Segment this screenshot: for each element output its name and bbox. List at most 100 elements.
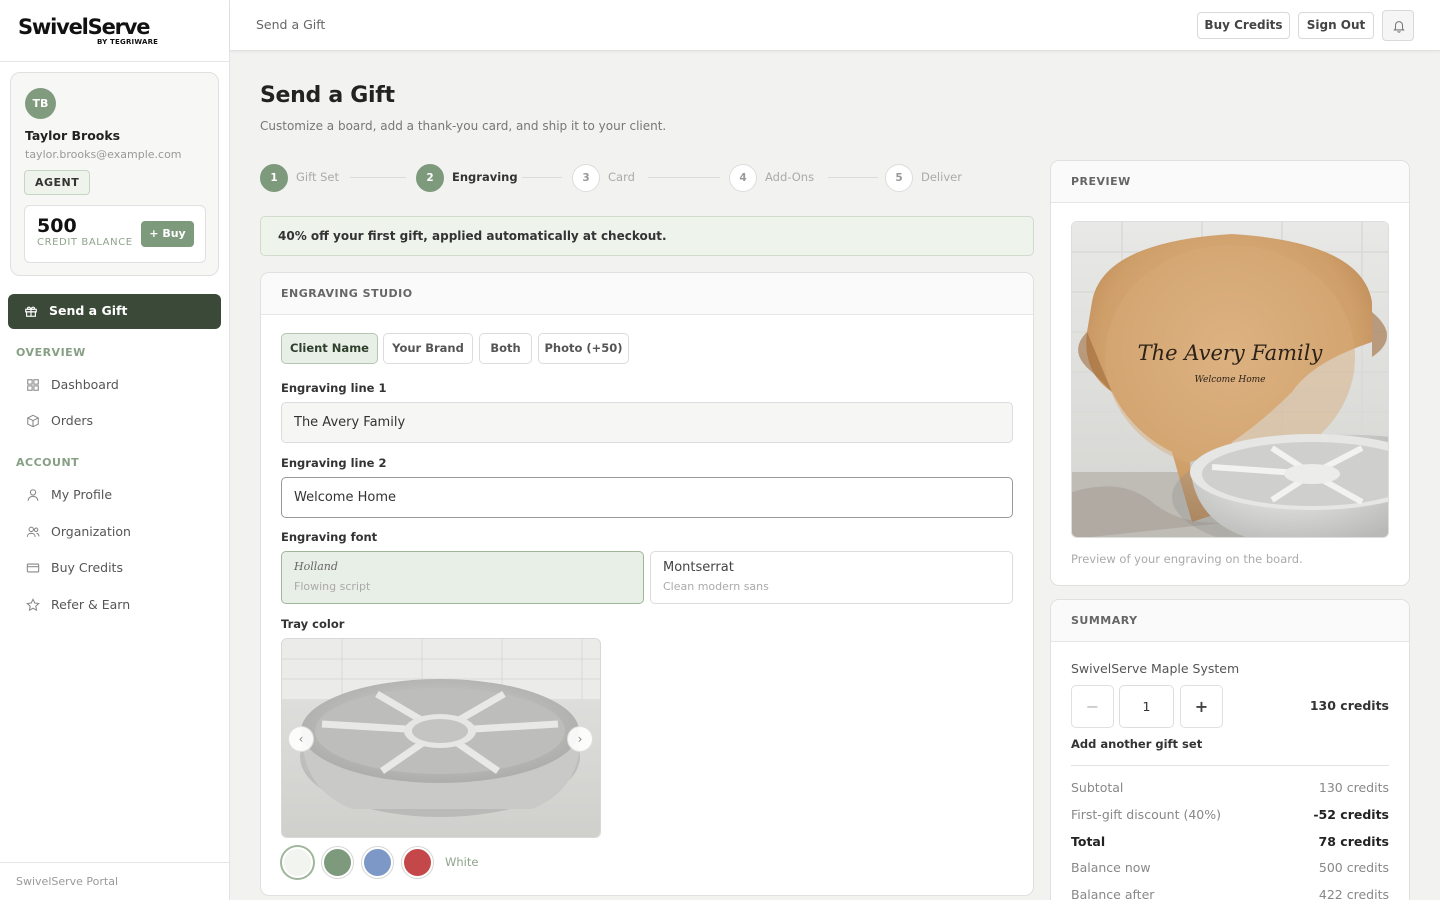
sidebar-item-label: Send a Gift	[49, 303, 128, 318]
sidebar-item-refer-earn[interactable]: Refer & Earn	[16, 590, 216, 620]
step-connector	[522, 177, 562, 178]
preview-header: PREVIEW	[1051, 161, 1409, 203]
preview-card: PREVIEW The Avery Family Welcome Home Pr…	[1050, 160, 1410, 586]
summary-label: Balance after	[1071, 887, 1155, 900]
selected-color-label: White	[445, 855, 479, 869]
summary-label: Balance now	[1071, 860, 1151, 875]
sidebar-item-buy-credits[interactable]: Buy Credits	[16, 553, 216, 583]
profile-card: TB Taylor Brooks taylor.brooks@example.c…	[10, 72, 219, 276]
carousel-prev-button[interactable]: ‹	[288, 726, 314, 752]
step-connector	[828, 177, 878, 178]
sidebar-item-dashboard[interactable]: Dashboard	[16, 370, 216, 400]
page-subtitle: Customize a board, add a thank-you card,…	[260, 119, 667, 133]
sidebar-item-label: Buy Credits	[51, 560, 123, 575]
engraving-studio-header: ENGRAVING STUDIO	[261, 273, 1033, 315]
quantity-decrement-button[interactable]: −	[1071, 685, 1114, 728]
credit-amount: 500	[37, 215, 77, 237]
role-badge: AGENT	[24, 170, 91, 195]
preview-engraving-line2: Welcome Home	[1194, 375, 1265, 385]
brand-name: SwivelServe	[18, 15, 151, 39]
notifications-button[interactable]	[1382, 10, 1414, 41]
tab-your-brand[interactable]: Your Brand	[383, 333, 473, 364]
quantity-input[interactable]: 1	[1119, 685, 1174, 728]
brand-logo[interactable]: SwivelServe BY TEGRIWARE	[0, 0, 229, 62]
step-label: Card	[608, 170, 635, 184]
summary-value: 130 credits	[1318, 780, 1389, 795]
preview-engraving-line1: The Avery Family	[1138, 341, 1324, 365]
line-price: 130 credits	[1309, 698, 1389, 713]
sidebar-item-label: Organization	[51, 524, 131, 539]
swatch-green[interactable]	[322, 847, 353, 878]
engraving-line1-label: Engraving line 1	[281, 381, 387, 395]
sign-out-button[interactable]: Sign Out	[1298, 12, 1374, 39]
font-description: Clean modern sans	[663, 580, 769, 593]
product-name: SwivelServe Maple System	[1071, 661, 1240, 676]
summary-row-total: Total 78 credits	[1071, 834, 1389, 852]
step-label: Deliver	[921, 170, 962, 184]
sidebar-item-label: Dashboard	[51, 377, 119, 392]
board-preview-image: The Avery Family Welcome Home	[1071, 221, 1389, 538]
tab-client-name[interactable]: Client Name	[281, 333, 378, 364]
carousel-next-button[interactable]: ›	[567, 726, 593, 752]
brand-byline: BY TEGRIWARE	[97, 38, 159, 46]
step-number: 2	[416, 164, 444, 192]
overview-section-label: OVERVIEW	[16, 346, 86, 359]
user-icon	[27, 489, 39, 501]
step-number: 5	[885, 164, 913, 192]
tray-image: ‹ ›	[281, 638, 601, 838]
engraving-line2-input[interactable]: Welcome Home	[281, 477, 1013, 518]
engraving-line1-input[interactable]: The Avery Family	[281, 402, 1013, 443]
sidebar-item-label: My Profile	[51, 487, 113, 502]
summary-label: Subtotal	[1071, 780, 1124, 795]
credit-balance-box: 500 CREDIT BALANCE + Buy	[24, 205, 206, 263]
engraving-line2-label: Engraving line 2	[281, 456, 387, 470]
tab-both[interactable]: Both	[479, 333, 532, 364]
buy-credits-button[interactable]: + Buy	[141, 221, 194, 247]
add-gift-set-link[interactable]: Add another gift set	[1071, 737, 1202, 751]
summary-value: 422 credits	[1318, 887, 1389, 900]
font-description: Flowing script	[294, 580, 371, 593]
sidebar-item-label: Refer & Earn	[51, 597, 131, 612]
summary-label: First-gift discount (40%)	[1071, 807, 1221, 822]
sidebar-item-orders[interactable]: Orders	[16, 406, 216, 436]
step-label: Engraving	[452, 170, 518, 184]
account-section-label: ACCOUNT	[16, 456, 80, 469]
summary-card: SUMMARY SwivelServe Maple System − 1 + 1…	[1050, 599, 1410, 900]
sidebar-item-my-profile[interactable]: My Profile	[16, 480, 216, 510]
tray-color-label: Tray color	[281, 617, 345, 631]
gift-icon	[25, 306, 37, 317]
summary-row-subtotal: Subtotal 130 credits	[1071, 780, 1389, 798]
sidebar-item-send-gift[interactable]: Send a Gift	[8, 294, 221, 329]
preview-caption: Preview of your engraving on the board.	[1071, 552, 1303, 566]
star-icon	[26, 598, 40, 612]
buy-credits-top-button[interactable]: Buy Credits	[1197, 12, 1290, 39]
font-option-montserrat[interactable]: Montserrat Clean modern sans	[650, 551, 1013, 604]
summary-row-balance-after: Balance after 422 credits	[1071, 887, 1389, 900]
tab-photo[interactable]: Photo (+50)	[538, 333, 629, 364]
font-name: Montserrat	[663, 560, 734, 575]
promo-banner: 40% off your first gift, applied automat…	[260, 216, 1034, 256]
swatch-red[interactable]	[402, 847, 433, 878]
grid-icon	[27, 379, 39, 391]
summary-label: Total	[1071, 834, 1106, 849]
summary-row-discount: First-gift discount (40%) -52 credits	[1071, 807, 1389, 825]
summary-row-balance-now: Balance now 500 credits	[1071, 860, 1389, 878]
engraving-font-label: Engraving font	[281, 530, 378, 544]
user-name: Taylor Brooks	[25, 128, 121, 143]
font-option-holland[interactable]: Holland Flowing script	[281, 551, 644, 604]
bell-icon	[1393, 21, 1405, 33]
sidebar-footer: SwivelServe Portal	[0, 862, 229, 900]
users-icon	[26, 526, 40, 537]
swatch-blue[interactable]	[362, 847, 393, 878]
card-icon	[26, 563, 40, 573]
step-number: 4	[729, 164, 757, 192]
sidebar-item-organization[interactable]: Organization	[16, 517, 216, 547]
step-number: 1	[260, 164, 288, 192]
avatar: TB	[25, 88, 56, 119]
step-number: 3	[572, 164, 600, 192]
summary-value: 78 credits	[1318, 834, 1389, 849]
swatch-white[interactable]	[282, 847, 313, 878]
credit-label: CREDIT BALANCE	[37, 237, 133, 248]
step-connector	[350, 177, 406, 178]
quantity-increment-button[interactable]: +	[1180, 685, 1223, 728]
